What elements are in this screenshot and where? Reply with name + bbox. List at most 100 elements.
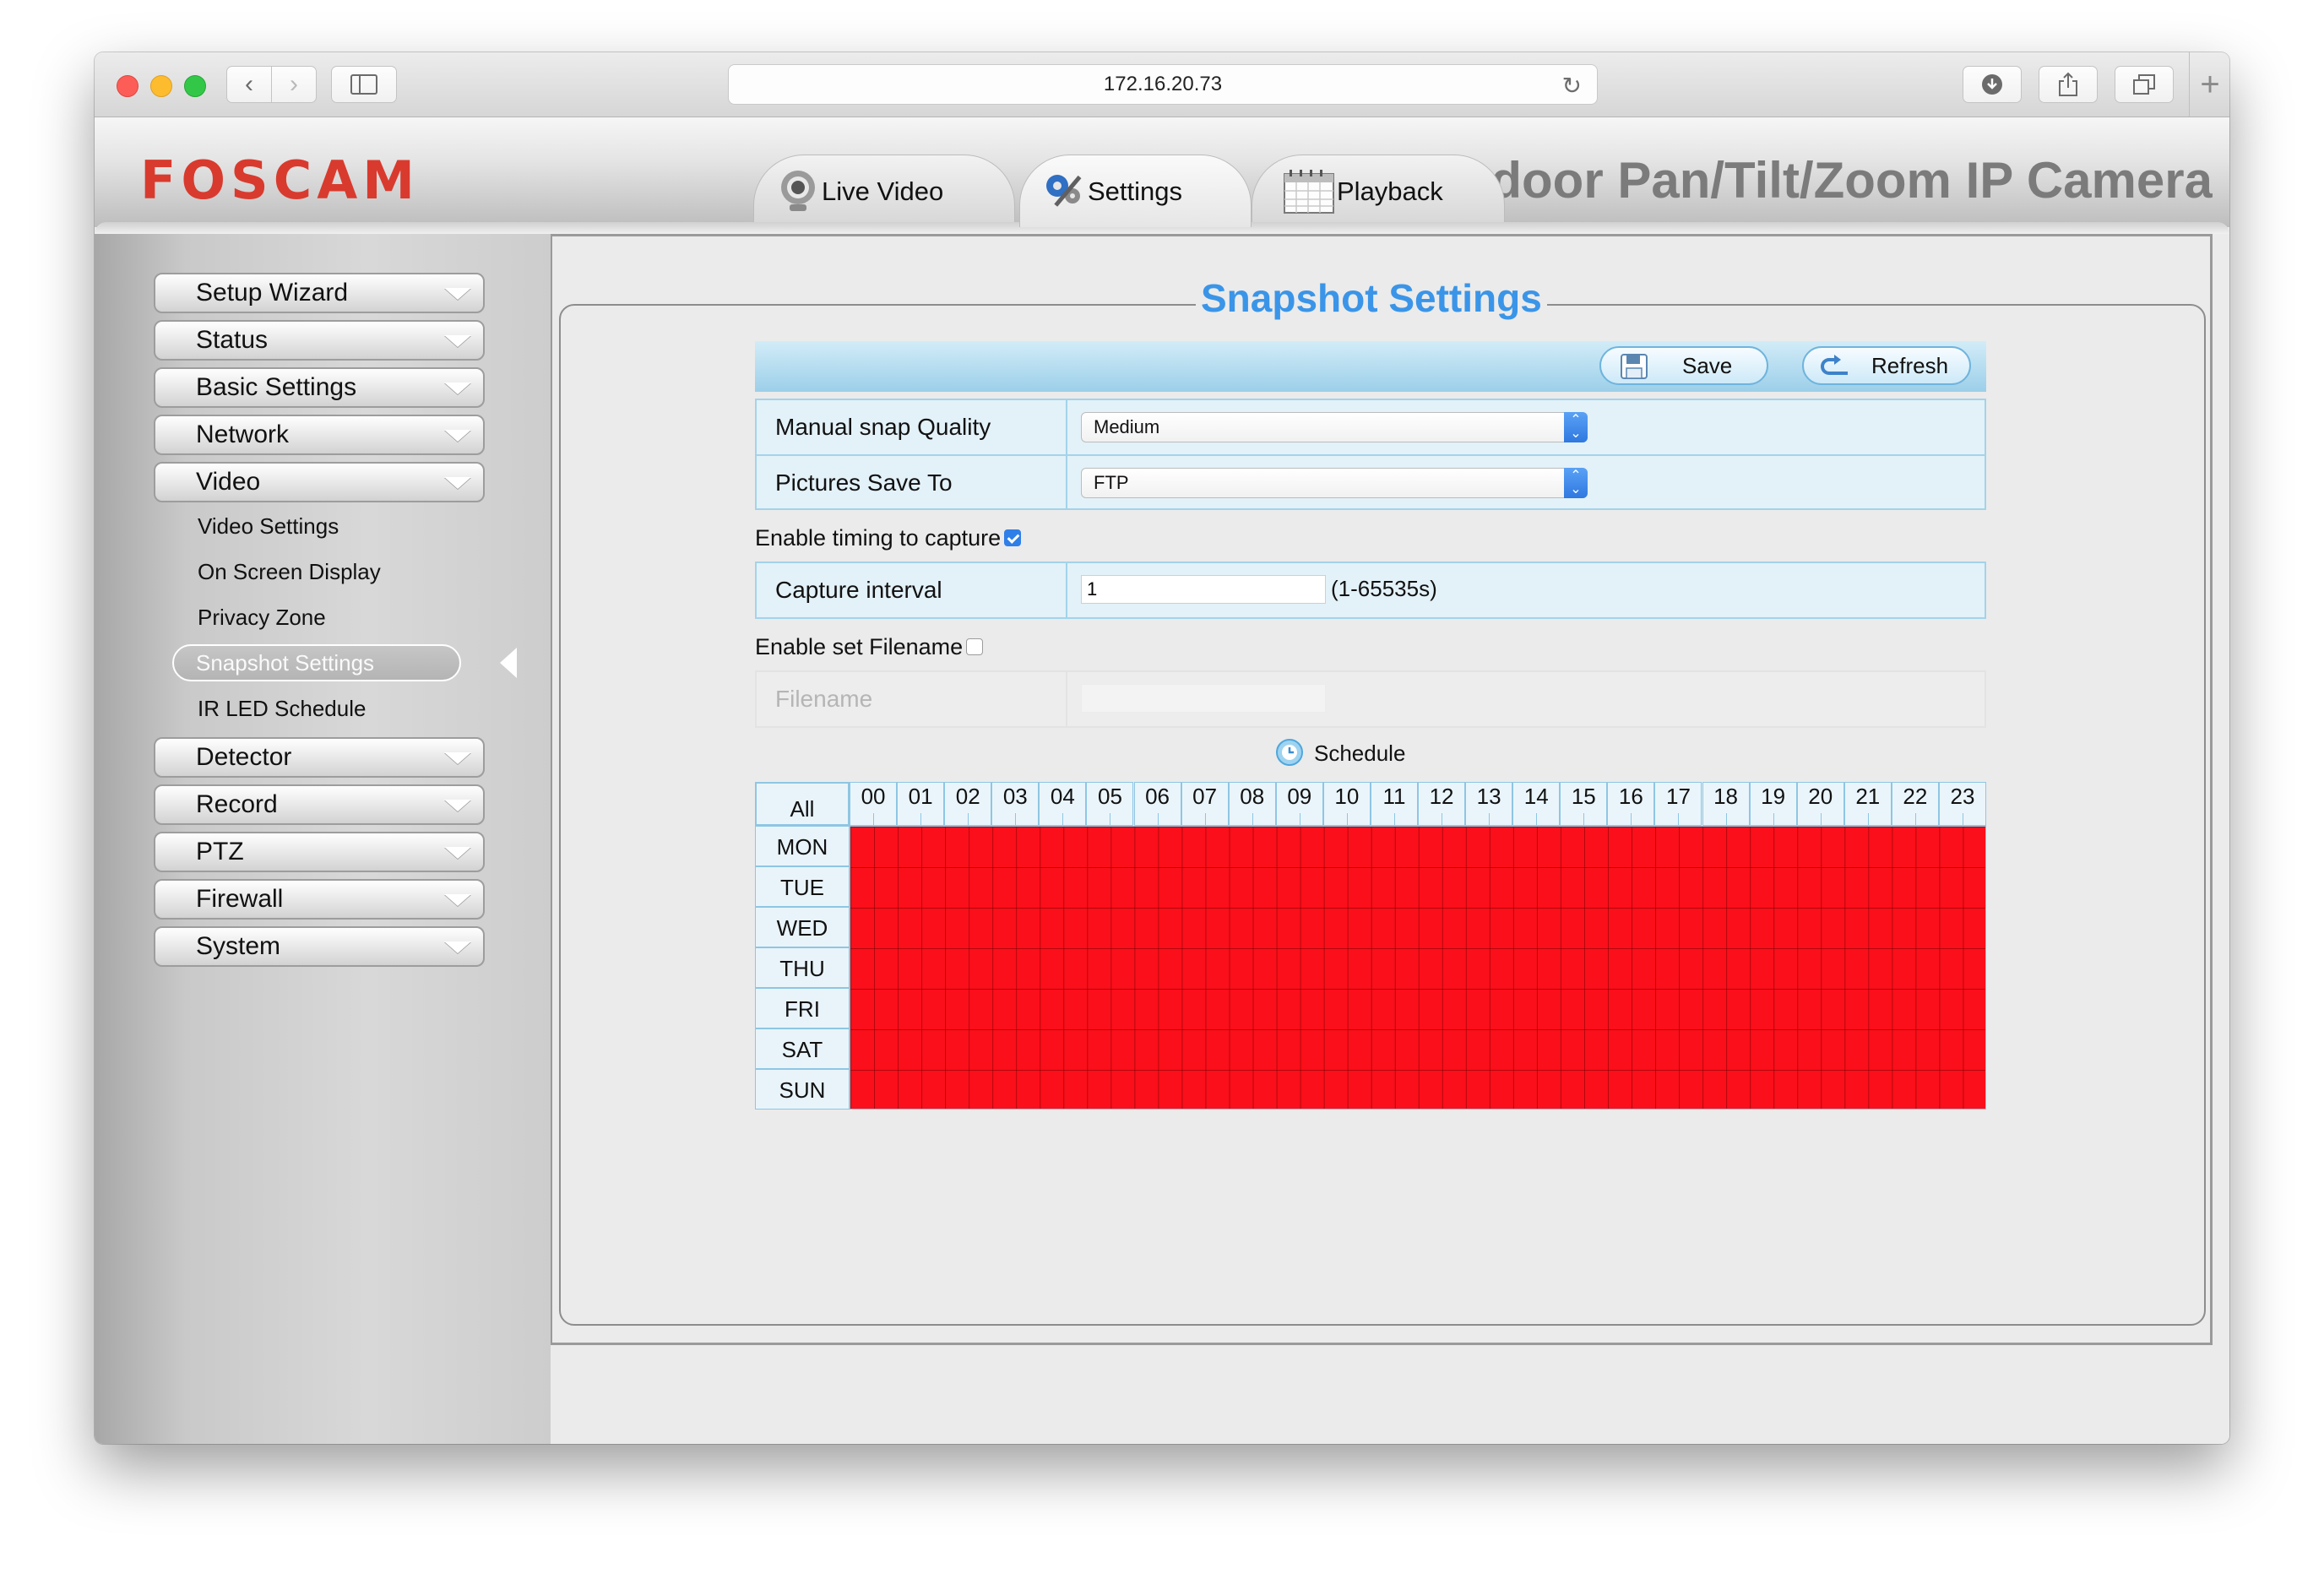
schedule-hour-18[interactable]: 18 — [1702, 782, 1750, 826]
schedule-hour-00[interactable]: 00 — [850, 782, 898, 826]
schedule-hour-23[interactable]: 23 — [1938, 782, 1986, 826]
menu-network[interactable]: Network — [154, 415, 485, 455]
schedule-hour-15[interactable]: 15 — [1560, 782, 1608, 826]
sidebar-toggle-button[interactable] — [331, 66, 397, 103]
minimize-window-button[interactable] — [150, 75, 172, 97]
reload-icon[interactable]: ↻ — [1562, 72, 1582, 100]
share-button[interactable] — [2039, 66, 2098, 103]
action-bar: Save Refresh — [755, 341, 1986, 392]
schedule-hour-19[interactable]: 19 — [1749, 782, 1797, 826]
capture-interval-row: Capture interval 1 (1-65535s) — [755, 562, 1986, 619]
submenu-on-screen-display[interactable]: On Screen Display — [198, 555, 381, 589]
filename-row: Filename — [755, 670, 1986, 728]
chevron-left-icon: ‹ — [245, 70, 253, 98]
submenu-video-settings[interactable]: Video Settings — [198, 509, 339, 543]
capture-interval-input[interactable]: 1 — [1081, 575, 1326, 604]
save-button[interactable]: Save — [1599, 346, 1768, 385]
share-icon — [2059, 72, 2077, 96]
download-icon — [1982, 74, 2002, 95]
schedule-hour-05[interactable]: 05 — [1086, 782, 1134, 826]
select-stepper-icon: ⌃ ⌄ — [1564, 468, 1588, 498]
menu-setup-wizard[interactable]: Setup Wizard — [154, 273, 485, 313]
schedule-hour-06[interactable]: 06 — [1133, 782, 1181, 826]
floppy-disk-icon — [1621, 354, 1648, 379]
show-tabs-button[interactable] — [2115, 66, 2174, 103]
clock-icon — [1276, 739, 1303, 766]
schedule-day-mon[interactable]: MON — [755, 826, 850, 866]
menu-detector-label: Detector — [196, 743, 292, 771]
schedule-hour-10[interactable]: 10 — [1322, 782, 1371, 826]
schedule-hour-12[interactable]: 12 — [1418, 782, 1466, 826]
address-bar[interactable]: 172.16.20.73 ↻ — [728, 64, 1598, 105]
tab-live-video[interactable]: Live Video — [753, 155, 1015, 227]
forward-button[interactable]: › — [271, 66, 317, 103]
refresh-arrow-icon — [1821, 355, 1848, 375]
foscam-logo: FOSCAM — [140, 149, 420, 211]
timing-capture-label: Enable timing to capture — [755, 525, 1002, 551]
close-window-button[interactable] — [117, 75, 138, 97]
menu-ptz[interactable]: PTZ — [154, 832, 485, 872]
schedule-hour-14[interactable]: 14 — [1512, 782, 1561, 826]
gears-icon — [1046, 175, 1082, 207]
menu-basic-settings-label: Basic Settings — [196, 373, 357, 401]
tab-settings[interactable]: Settings — [1019, 155, 1252, 227]
menu-status[interactable]: Status — [154, 320, 485, 361]
save-to-label: Pictures Save To — [757, 456, 1067, 510]
tab-playback[interactable]: Playback — [1252, 155, 1505, 227]
refresh-button[interactable]: Refresh — [1802, 346, 1971, 385]
schedule-day-sat[interactable]: SAT — [755, 1028, 850, 1069]
schedule-hour-11[interactable]: 11 — [1370, 782, 1418, 826]
tab-settings-label: Settings — [1088, 176, 1183, 206]
schedule-select-all[interactable]: All — [755, 782, 850, 826]
submenu-snapshot-settings[interactable]: Snapshot Settings — [172, 644, 461, 681]
schedule-day-sun[interactable]: SUN — [755, 1069, 850, 1110]
quality-select[interactable]: Medium ⌃ ⌄ — [1081, 412, 1588, 442]
menu-record[interactable]: Record — [154, 784, 485, 825]
schedule-day-wed[interactable]: WED — [755, 907, 850, 947]
schedule-hour-03[interactable]: 03 — [991, 782, 1040, 826]
timing-capture-checkbox[interactable] — [1004, 529, 1022, 546]
menu-system[interactable]: System — [154, 926, 485, 967]
chevron-down-icon — [444, 430, 471, 442]
schedule-day-tue[interactable]: TUE — [755, 866, 850, 907]
schedule-hour-22[interactable]: 22 — [1891, 782, 1939, 826]
schedule-hour-17[interactable]: 17 — [1654, 782, 1702, 826]
schedule-hour-04[interactable]: 04 — [1039, 782, 1087, 826]
filename-input — [1081, 684, 1326, 713]
set-filename-checkbox[interactable] — [966, 638, 984, 655]
camera-header: FOSCAM Indoor Pan/Tilt/Zoom IP Camera Li… — [95, 117, 2229, 234]
schedule-day-thu[interactable]: THU — [755, 947, 850, 988]
set-filename-label: Enable set Filename — [755, 634, 964, 659]
refresh-button-label: Refresh — [1871, 352, 1949, 378]
schedule-hour-07[interactable]: 07 — [1181, 782, 1229, 826]
back-button[interactable]: ‹ — [226, 66, 272, 103]
submenu-ir-led-schedule[interactable]: IR LED Schedule — [198, 692, 366, 725]
schedule-hour-08[interactable]: 08 — [1228, 782, 1276, 826]
new-tab-button[interactable]: + — [2189, 52, 2229, 117]
menu-video-label: Video — [196, 468, 261, 496]
schedule-day-fri[interactable]: FRI — [755, 988, 850, 1028]
menu-video[interactable]: Video — [154, 462, 485, 502]
browser-window: ‹ › 172.16.20.73 ↻ + FOSCAM Indoor Pan/T… — [95, 52, 2229, 1444]
schedule-hour-09[interactable]: 09 — [1275, 782, 1323, 826]
schedule-cells[interactable] — [850, 826, 1986, 1110]
submenu-privacy-zone[interactable]: Privacy Zone — [198, 600, 326, 634]
capture-interval-label: Capture interval — [757, 563, 1067, 617]
schedule-hour-21[interactable]: 21 — [1843, 782, 1892, 826]
webcam-icon — [781, 171, 815, 211]
menu-firewall[interactable]: Firewall — [154, 879, 485, 920]
menu-detector[interactable]: Detector — [154, 737, 485, 778]
schedule-hour-20[interactable]: 20 — [1796, 782, 1844, 826]
schedule-hour-01[interactable]: 01 — [897, 782, 945, 826]
schedule-hour-13[interactable]: 13 — [1465, 782, 1513, 826]
plus-icon: + — [2200, 65, 2220, 103]
schedule-hour-16[interactable]: 16 — [1607, 782, 1655, 826]
menu-basic-settings[interactable]: Basic Settings — [154, 367, 485, 408]
schedule-hour-02[interactable]: 02 — [944, 782, 992, 826]
filename-label: Filename — [757, 672, 1067, 726]
save-to-select[interactable]: FTP ⌃ ⌄ — [1081, 468, 1588, 498]
downloads-button[interactable] — [1963, 66, 2022, 103]
active-indicator-arrow — [500, 648, 517, 678]
tab-live-video-label: Live Video — [822, 176, 944, 206]
zoom-window-button[interactable] — [184, 75, 206, 97]
